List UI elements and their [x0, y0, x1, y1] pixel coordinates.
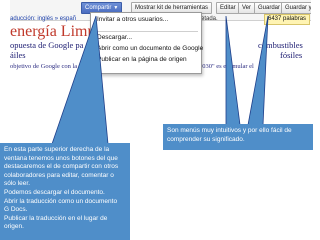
callout-left-line: ventana tenemos unos botones del que	[4, 154, 118, 162]
guardar-cerrar-button[interactable]: Guardar y cerrar	[281, 2, 311, 14]
document-subtitle-cont: áiles	[10, 50, 26, 60]
callout-right: Son menús muy intuitivos y por ello fáci…	[163, 124, 313, 150]
document-title: energía Limpi	[10, 23, 100, 40]
callout-left-line: En esta parte superior derecha de la	[4, 146, 110, 153]
guardar-button[interactable]: Guardar	[254, 2, 285, 14]
document-subtitle-right: combustibles	[258, 40, 303, 50]
menu-item-publicar[interactable]: Publicar en la página de origen	[97, 56, 187, 63]
menu-item-abrir-documento[interactable]: Abrir como un documento de Google	[97, 45, 203, 52]
screenshot-region: Compartir ▼ Mostrar kit de herramientas E…	[10, 0, 311, 100]
ver-label: Ver	[242, 5, 252, 11]
callout-left-line: G Docs.	[4, 206, 28, 214]
menu-separator	[94, 31, 198, 32]
callout-left-line: Publicar la traducción en el lugar de	[4, 214, 108, 222]
callout-left: En esta parte superior derecha de la ven…	[0, 143, 130, 240]
document-subtitle-right-cont: fósiles	[280, 50, 303, 60]
callout-left-line: Abrir la traducción como un documento	[4, 197, 118, 205]
share-dropdown-menu: Invitar a otros usuarios... Descargar...…	[90, 12, 203, 74]
callout-right-line: Son menús muy intuitivos y por ello fáci…	[167, 127, 292, 134]
menu-item-descargar[interactable]: Descargar...	[97, 34, 132, 41]
editar-label: Editar	[220, 5, 236, 11]
callout-left-line: sólo leer.	[4, 180, 31, 188]
language-pair[interactable]: aducción: inglés » españ	[10, 16, 76, 22]
callout-left-line: colaboradores para editar, comentar o	[4, 171, 114, 179]
callout-left-line: origen.	[4, 223, 24, 231]
compartir-label: Compartir	[85, 5, 112, 11]
callout-left-line: Podemos descargar el documento.	[4, 188, 105, 196]
callout-left-line: destacaremos el de compartir con otros	[4, 163, 119, 171]
document-subtitle: opuesta de Google pa	[10, 40, 84, 50]
menu-item-invitar[interactable]: Invitar a otros usuarios...	[97, 16, 168, 23]
callout-right-line: comprender su significado.	[167, 135, 245, 143]
word-count-badge: 6437 palabras	[264, 14, 311, 25]
